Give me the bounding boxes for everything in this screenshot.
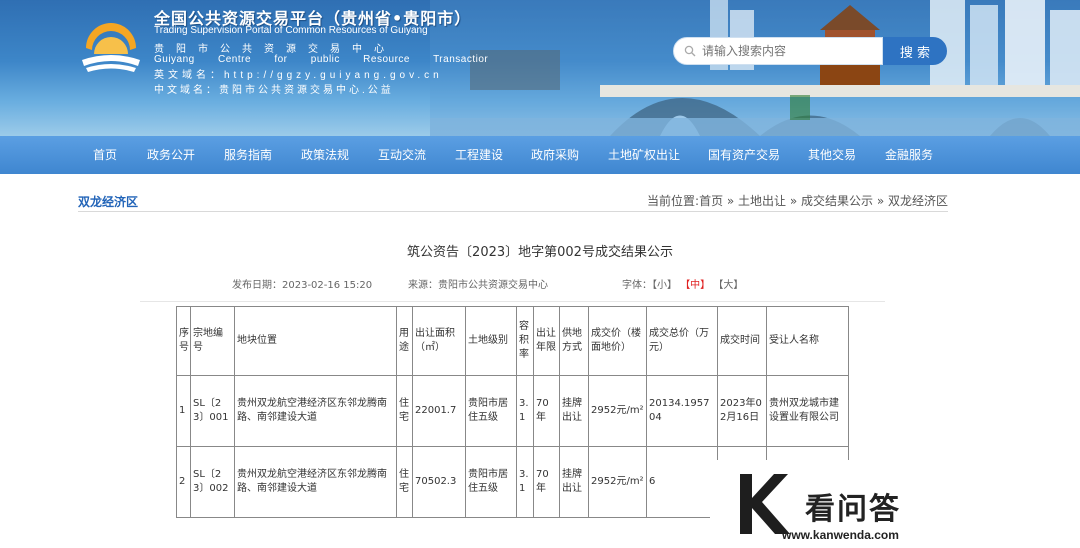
nav-item-interaction[interactable]: 互动交流 xyxy=(378,136,426,174)
font-large-button[interactable]: 【大】 xyxy=(713,280,743,291)
table-cell: 挂牌出让 xyxy=(559,375,589,447)
nav-item-finance[interactable]: 金融服务 xyxy=(885,136,933,174)
table-cell: 2 xyxy=(176,446,191,518)
table-cell: 22001.7 xyxy=(412,375,466,447)
table-header-cell: 成交总价（万元） xyxy=(646,306,718,376)
font-medium-button[interactable]: 【中】 xyxy=(680,280,710,291)
table-cell: 贵州双龙航空港经济区东邻龙腾南路、南邻建设大道 xyxy=(234,446,397,518)
search-input[interactable] xyxy=(702,44,872,58)
table-cell: 2952元/m² xyxy=(588,375,647,447)
watermark-brand: 看问答 xyxy=(805,492,901,527)
table-header-cell: 受让人名称 xyxy=(766,306,849,376)
domain-cn: 中文域名：贵阳市公共资源交易中心.公益 xyxy=(154,85,394,96)
table-header-cell: 地块位置 xyxy=(234,306,397,376)
search-button[interactable]: 搜 索 xyxy=(883,37,947,65)
article-title: 筑公资告〔2023〕地字第002号成交结果公示 xyxy=(407,245,673,260)
font-size-label: 字体： xyxy=(622,280,652,291)
article-source: 来源：贵阳市公共资源交易中心 xyxy=(408,280,548,291)
site-logo-icon xyxy=(82,23,140,72)
table-cell: 1 xyxy=(176,375,191,447)
watermark-overlay: 看问答 www.kanwenda.com xyxy=(710,460,1080,548)
section-header: 双龙经济区 当前位置:首页 » 土地出让 » 成交结果公示 » 双龙经济区 xyxy=(78,190,948,212)
table-cell: 2952元/m² xyxy=(588,446,647,518)
section-title: 双龙经济区 xyxy=(78,195,139,209)
nav-item-construction[interactable]: 工程建设 xyxy=(455,136,503,174)
nav-item-land-mining[interactable]: 土地矿权出让 xyxy=(608,136,680,174)
table-cell: 2023年02月16日 xyxy=(717,375,767,447)
search-icon xyxy=(684,45,696,57)
table-cell: 70年 xyxy=(533,446,560,518)
nav-item-gov-affairs[interactable]: 政务公开 xyxy=(147,136,195,174)
site-subtitle-en: Trading Supervision Portal of Common Res… xyxy=(154,25,428,36)
table-header-cell: 出让面积（㎡） xyxy=(412,306,466,376)
table-cell: 3.1 xyxy=(516,446,534,518)
table-header-cell: 出让年限 xyxy=(533,306,560,376)
table-header-cell: 容积率 xyxy=(516,306,534,376)
table-cell: 挂牌出让 xyxy=(559,446,589,518)
table-header-cell: 成交时间 xyxy=(717,306,767,376)
table-header-cell: 用途 xyxy=(396,306,413,376)
nav-item-home[interactable]: 首页 xyxy=(93,136,117,174)
table-cell: SL〔23〕001 xyxy=(190,375,235,447)
table-header-cell: 成交价（楼面地价） xyxy=(588,306,647,376)
table-cell: 3.1 xyxy=(516,375,534,447)
nav-item-procurement[interactable]: 政府采购 xyxy=(531,136,579,174)
domain-en: 英文域名：http://ggzy.guiyang.gov.cn xyxy=(154,70,443,81)
table-cell: 70502.3 xyxy=(412,446,466,518)
center-name-en: Guiyang Centre for public Resource Trans… xyxy=(154,54,489,65)
nav-item-policy[interactable]: 政策法规 xyxy=(301,136,349,174)
table-cell: 贵阳市居住五级 xyxy=(465,446,517,518)
table-cell: 贵州双龙航空港经济区东邻龙腾南路、南邻建设大道 xyxy=(234,375,397,447)
search-field[interactable] xyxy=(673,37,883,65)
nav-item-service-guide[interactable]: 服务指南 xyxy=(224,136,272,174)
main-nav: 首页 政务公开 服务指南 政策法规 互动交流 工程建设 政府采购 土地矿权出让 … xyxy=(0,136,1080,174)
table-cell: 70年 xyxy=(533,375,560,447)
table-header-cell: 宗地编号 xyxy=(190,306,235,376)
table-cell: 贵州双龙城市建设置业有限公司 xyxy=(766,375,849,447)
watermark-url: www.kanwenda.com xyxy=(782,528,899,542)
table-header-row: 序号 宗地编号 地块位置 用途 出让面积（㎡） 土地级别 容积率 出让年限 供地… xyxy=(176,306,849,376)
breadcrumb[interactable]: 当前位置:首页 » 土地出让 » 成交结果公示 » 双龙经济区 xyxy=(647,192,948,209)
table-cell: SL〔23〕002 xyxy=(190,446,235,518)
table-header-cell: 土地级别 xyxy=(465,306,517,376)
table-row: 1 SL〔23〕001 贵州双龙航空港经济区东邻龙腾南路、南邻建设大道 住宅 2… xyxy=(176,375,849,447)
nav-item-other[interactable]: 其他交易 xyxy=(808,136,856,174)
table-cell: 住宅 xyxy=(396,446,413,518)
table-header-cell: 供地方式 xyxy=(559,306,589,376)
header-cityscape-image xyxy=(430,0,1080,136)
publish-date: 发布日期：2023-02-16 15:20 xyxy=(232,280,373,291)
table-cell: 6 xyxy=(646,446,718,518)
table-cell: 住宅 xyxy=(396,375,413,447)
site-header: 全国公共资源交易平台（贵州省•贵阳市） Trading Supervision … xyxy=(0,0,1080,136)
table-header-cell: 序号 xyxy=(176,306,191,376)
table-cell: 20134.195704 xyxy=(646,375,718,447)
nav-item-state-assets[interactable]: 国有资产交易 xyxy=(708,136,780,174)
divider xyxy=(140,301,885,302)
font-small-button[interactable]: 【小】 xyxy=(652,280,677,291)
center-name-cn: 贵阳市公共资源交易中心 xyxy=(154,44,396,55)
font-size-control: 字体：【小】 【中】 【大】 xyxy=(622,276,743,291)
table-cell: 贵阳市居住五级 xyxy=(465,375,517,447)
